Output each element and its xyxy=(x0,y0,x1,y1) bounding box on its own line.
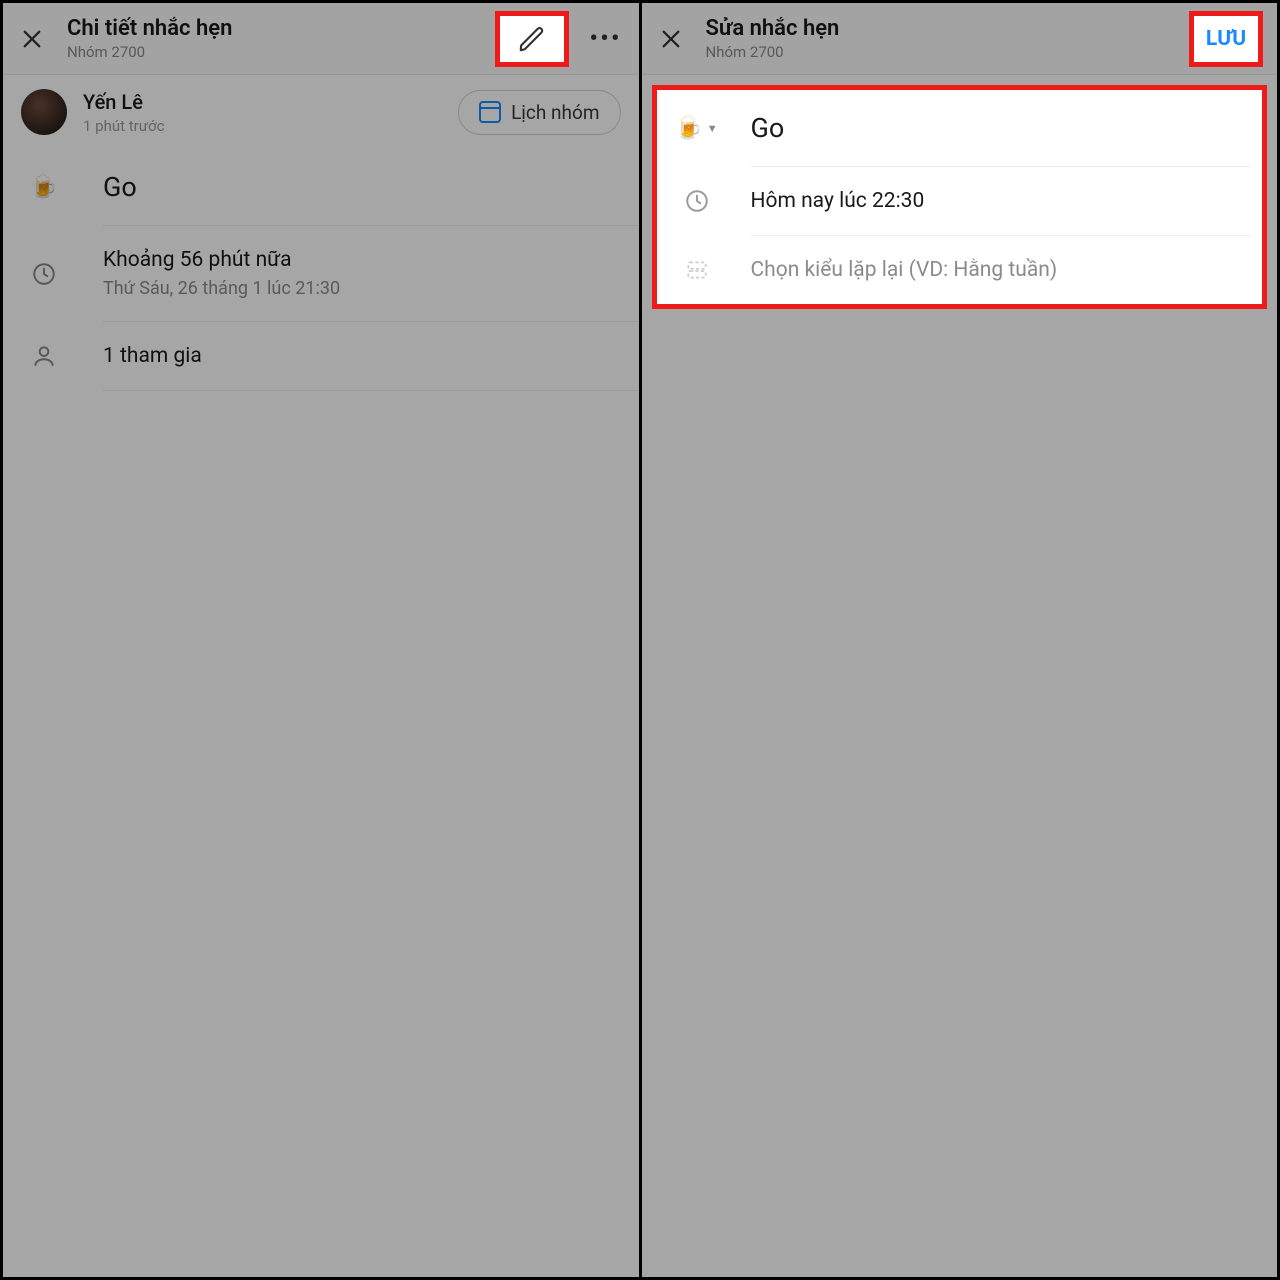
edit-form-card: 🍺 ▼ Go Hôm nay lúc 22:30 Chọn kiểu lặp l… xyxy=(652,85,1268,309)
chevron-down-icon: ▼ xyxy=(707,122,718,135)
close-icon[interactable] xyxy=(660,28,688,50)
clock-icon xyxy=(21,261,67,287)
edit-title-row[interactable]: 🍺 ▼ Go xyxy=(663,90,1257,166)
author-name: Yến Lê xyxy=(83,90,164,114)
group-calendar-button[interactable]: Lịch nhóm xyxy=(458,90,620,135)
edit-title-input[interactable]: Go xyxy=(751,112,1245,144)
header-left: Chi tiết nhắc hẹn Nhóm 2700 ••• xyxy=(3,3,639,75)
repeat-icon xyxy=(675,257,719,283)
edit-time-value: Hôm nay lúc 22:30 xyxy=(751,189,1245,213)
edit-repeat-row[interactable]: Chọn kiểu lặp lại (VD: Hằng tuần) xyxy=(663,236,1257,304)
divider xyxy=(103,390,639,391)
time-relative: Khoảng 56 phút nữa xyxy=(103,248,621,272)
event-title: Go xyxy=(103,171,621,203)
participants-row[interactable]: 1 tham gia xyxy=(3,322,639,390)
author-time: 1 phút trước xyxy=(83,117,164,135)
calendar-chip-label: Lịch nhóm xyxy=(511,101,599,124)
time-absolute: Thứ Sáu, 26 tháng 1 lúc 21:30 xyxy=(103,278,621,299)
beer-icon: 🍺 xyxy=(30,175,57,200)
edit-button[interactable] xyxy=(495,11,569,67)
repeat-placeholder: Chọn kiểu lặp lại (VD: Hằng tuần) xyxy=(751,258,1245,282)
save-button[interactable]: LƯU xyxy=(1189,11,1263,67)
page-subtitle: Nhóm 2700 xyxy=(67,43,477,61)
edit-panel: Sửa nhắc hẹn Nhóm 2700 LƯU 🍺 ▼ Go Hôm na… xyxy=(642,3,1278,1277)
page-title: Chi tiết nhắc hẹn xyxy=(67,16,477,41)
avatar[interactable] xyxy=(21,89,67,135)
more-icon[interactable]: ••• xyxy=(587,24,625,54)
page-title: Sửa nhắc hẹn xyxy=(706,16,1172,41)
edit-time-row[interactable]: Hôm nay lúc 22:30 xyxy=(663,167,1257,235)
page-subtitle: Nhóm 2700 xyxy=(706,43,1172,61)
pencil-icon xyxy=(517,24,547,54)
detail-panel: Chi tiết nhắc hẹn Nhóm 2700 ••• Yến Lê 1… xyxy=(3,3,639,1277)
header-right: Sửa nhắc hẹn Nhóm 2700 LƯU xyxy=(642,3,1278,75)
calendar-icon xyxy=(479,101,501,123)
event-title-row: 🍺 Go xyxy=(3,149,639,225)
participants-text: 1 tham gia xyxy=(103,344,621,368)
close-icon[interactable] xyxy=(21,28,49,50)
author-row: Yến Lê 1 phút trước Lịch nhóm xyxy=(3,75,639,149)
clock-icon xyxy=(675,188,719,214)
person-icon xyxy=(21,343,67,369)
beer-icon: 🍺 xyxy=(675,116,702,141)
event-time-row: Khoảng 56 phút nữa Thứ Sáu, 26 tháng 1 l… xyxy=(3,226,639,321)
save-label: LƯU xyxy=(1206,27,1246,51)
